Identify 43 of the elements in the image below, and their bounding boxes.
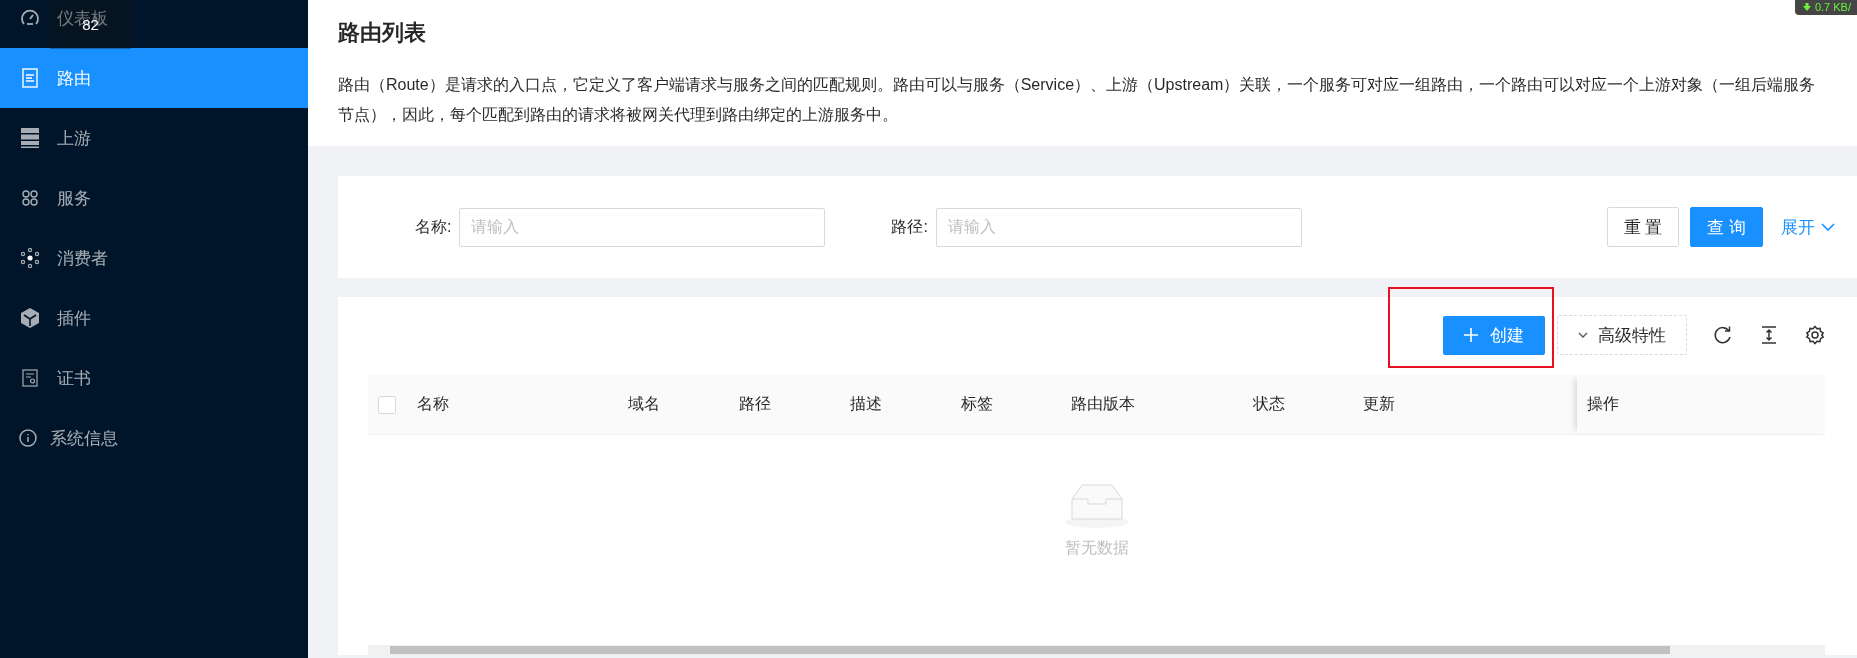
plus-icon bbox=[1464, 328, 1478, 342]
column-header: 路由版本 bbox=[1071, 394, 1136, 414]
refresh-icon[interactable] bbox=[1713, 325, 1733, 345]
cube-icon bbox=[20, 307, 40, 329]
chevron-down-icon bbox=[1578, 332, 1588, 338]
horizontal-scrollbar[interactable] bbox=[368, 645, 1825, 655]
advanced-button[interactable]: 高级特性 bbox=[1557, 315, 1687, 355]
select-all-checkbox[interactable] bbox=[378, 395, 396, 414]
empty-text: 暂无数据 bbox=[1064, 538, 1129, 558]
column-header: 域名 bbox=[628, 394, 661, 414]
network-speed-badge: 0.7 KB/ bbox=[1794, 0, 1857, 15]
certificate-icon bbox=[22, 369, 38, 387]
sidebar-item[interactable]: 插件 bbox=[0, 288, 308, 348]
column-header: 路径 bbox=[739, 394, 772, 414]
gauge-icon bbox=[20, 8, 40, 28]
column-header: 操作 bbox=[1587, 394, 1619, 414]
input-field[interactable]: 请输入 bbox=[935, 207, 1302, 247]
column-header: 描述 bbox=[850, 394, 883, 414]
document-icon bbox=[22, 68, 38, 88]
grid-icon bbox=[22, 190, 38, 206]
column-header: 更新 bbox=[1363, 394, 1396, 414]
column-header: 名称 bbox=[417, 394, 450, 414]
info-icon bbox=[19, 429, 37, 447]
sidebar-item[interactable]: 证书 bbox=[0, 348, 308, 408]
column-header: 标签 bbox=[961, 394, 994, 414]
column-header: 状态 bbox=[1253, 394, 1286, 414]
sidebar-item[interactable]: 系统信息 bbox=[0, 408, 308, 468]
empty-inbox-icon bbox=[1063, 483, 1130, 528]
settings-icon[interactable] bbox=[1805, 325, 1825, 345]
download-arrow-icon bbox=[1802, 3, 1811, 11]
sidebar-item[interactable]: 服务 bbox=[0, 168, 308, 228]
reset-button[interactable]: 重 置 bbox=[1606, 207, 1680, 247]
input-field[interactable]: 请输入 bbox=[459, 207, 826, 247]
page-title: 路由列表 bbox=[338, 19, 427, 47]
column-height-icon[interactable] bbox=[1759, 325, 1779, 345]
chevron-down-icon bbox=[1821, 222, 1835, 232]
sidebar-item[interactable]: 上游 bbox=[0, 108, 308, 168]
network-icon bbox=[20, 248, 40, 268]
field-label: 名称: bbox=[415, 216, 452, 237]
page-description: 路由（Route）是请求的入口点，它定义了客户端请求与服务之间的匹配规则。路由可以与服务（Service）、上游（Upstream）关联，一个服务可对应一组路由，一个路由可以对应一个上游对象（一组后端服务节点），因此，每个匹配到路由的请求将被网关代理到路由绑定的上游服务中。 bbox=[338, 75, 1817, 125]
sidebar-item[interactable]: 消费者 bbox=[0, 228, 308, 288]
field-label: 路径: bbox=[891, 216, 928, 237]
server-icon bbox=[21, 128, 39, 148]
